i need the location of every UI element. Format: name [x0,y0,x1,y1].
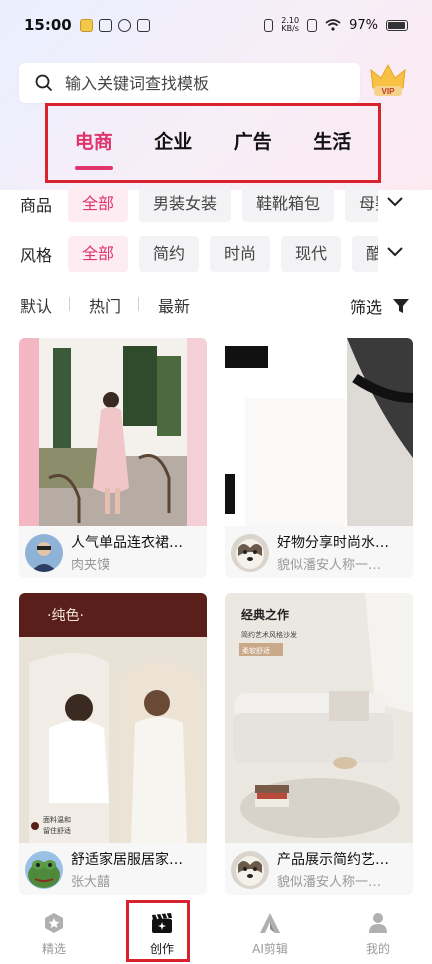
product-chips: 全部 男装女装 鞋靴箱包 母婴 [68,186,378,222]
avatar[interactable] [231,534,269,572]
style-filter-row: 风格 全部 简约 时尚 现代 酷 [0,234,432,274]
funnel-icon [393,299,409,313]
card-title: 好物分享时尚水… [277,535,389,551]
category-tabs: 电商 企业 广告 生活 [45,103,381,183]
search-icon [35,74,53,92]
avatar[interactable] [25,534,63,572]
nav-highlight-box [126,900,190,962]
card-author: 貌似潘安人称一… [277,558,382,573]
card-overlay-tag-2: 留住舒适 [43,826,71,835]
status-time: 15:00 [24,16,72,34]
card-thumbnail [225,338,413,526]
card-overlay-tag-1: 面料温和 [43,815,71,824]
fan-notification-icon [136,18,150,32]
style-filter-label: 风格 [20,246,53,265]
nav-create[interactable]: 创作 [108,900,216,964]
template-card[interactable]: 经典之作 简约艺术风格沙发 柔软舒适 产品展示简约艺… 貌似潘安人称一… [225,593,413,895]
card-meta: 产品展示简约艺… 貌似潘安人称一… [225,843,413,895]
message-notification-icon [98,18,112,32]
card-title: 人气单品连衣裙… [71,535,183,551]
ai-logo-icon [260,912,280,933]
style-chips: 全部 简约 时尚 现代 酷 [68,236,378,272]
card-overlay-tag: 柔软舒适 [242,646,270,655]
sort-default[interactable]: 默认 [0,293,69,317]
chip-style-all[interactable]: 全部 [68,236,129,272]
chip-style-cool[interactable]: 酷 [352,236,378,272]
card-thumbnail [19,338,207,526]
battery-percent: 97% [349,17,378,33]
chip-style-simple[interactable]: 简约 [139,236,200,272]
chip-product-apparel[interactable]: 男装女装 [139,186,232,222]
card-meta: 舒适家居服居家… 张大囍 [19,843,207,895]
person-icon [369,912,387,933]
status-bar: 15:00 2.10 KB/s 97% [0,0,432,50]
tab-advertising[interactable]: 广告 [234,127,272,160]
wifi-icon [325,19,341,31]
tab-ecommerce[interactable]: 电商 [74,127,113,170]
sort-popular[interactable]: 热门 [69,293,138,317]
product-filter-row: 商品 全部 男装女装 鞋靴箱包 母婴 [0,184,432,224]
search-input[interactable] [65,73,345,93]
tab-enterprise[interactable]: 企业 [154,127,192,160]
chip-style-modern[interactable]: 现代 [281,236,342,272]
card-author: 张大囍 [71,875,111,890]
chevron-down-icon[interactable] [386,246,404,258]
nav-featured[interactable]: 精选 [0,904,108,964]
card-thumbnail: 经典之作 简约艺术风格沙发 柔软舒适 [225,593,413,843]
filter-button[interactable]: 筛选 [350,294,410,318]
vibrate-icon [264,18,274,32]
net-speed: 2.10 KB/s [281,17,299,33]
card-title: 产品展示简约艺… [277,852,389,868]
avatar[interactable] [25,851,63,889]
template-card[interactable]: ·纯色· 面料温和 留住舒适 舒适家居服居家… 张大囍 [19,593,207,895]
nav-featured-label: 精选 [41,941,66,956]
card-author: 貌似潘安人称一… [277,875,382,890]
tab-life[interactable]: 生活 [313,127,351,160]
sort-row: 默认 热门 最新 筛选 [0,288,432,322]
chip-style-fashion[interactable]: 时尚 [210,236,271,272]
sync-notification-icon [117,18,131,32]
no-sim-icon [307,18,318,32]
vip-label: VIP [382,87,396,96]
search-bar[interactable] [19,63,360,103]
avatar[interactable] [231,851,269,889]
app-notification-icon [79,18,93,32]
battery-icon [386,19,408,31]
chip-product-all[interactable]: 全部 [68,186,129,222]
nav-ai-edit[interactable]: AI剪辑 [216,904,324,964]
template-card[interactable]: 好物分享时尚水… 貌似潘安人称一… [225,338,413,578]
chevron-down-icon[interactable] [386,196,404,208]
card-title: 舒适家居服居家… [71,852,183,868]
card-thumbnail: ·纯色· 面料温和 留住舒适 [19,593,207,843]
chip-product-baby[interactable]: 母婴 [345,186,378,222]
star-badge-icon [45,912,63,933]
vip-crown-icon[interactable]: VIP [368,62,408,100]
filter-label: 筛选 [349,298,382,317]
sort-latest[interactable]: 最新 [138,293,207,317]
card-overlay-title: ·纯色· [47,607,84,624]
card-author: 肉夹馍 [71,558,111,573]
status-right: 2.10 KB/s 97% [264,17,408,33]
card-meta: 人气单品连衣裙… 肉夹馍 [19,526,207,578]
notification-icons [79,18,150,32]
product-filter-label: 商品 [20,196,53,215]
card-overlay-subtitle: 简约艺术风格沙发 [241,630,297,639]
net-speed-unit: KB/s [281,24,299,33]
nav-ai-edit-label: AI剪辑 [252,941,288,956]
chip-product-shoes-bags[interactable]: 鞋靴箱包 [242,186,335,222]
card-meta: 好物分享时尚水… 貌似潘安人称一… [225,526,413,578]
nav-profile[interactable]: 我的 [324,904,432,964]
template-card[interactable]: 人气单品连衣裙… 肉夹馍 [19,338,207,578]
bottom-nav: 精选 创作 AI剪辑 我的 [0,900,432,964]
card-overlay-title: 经典之作 [241,607,289,622]
nav-profile-label: 我的 [365,941,390,956]
